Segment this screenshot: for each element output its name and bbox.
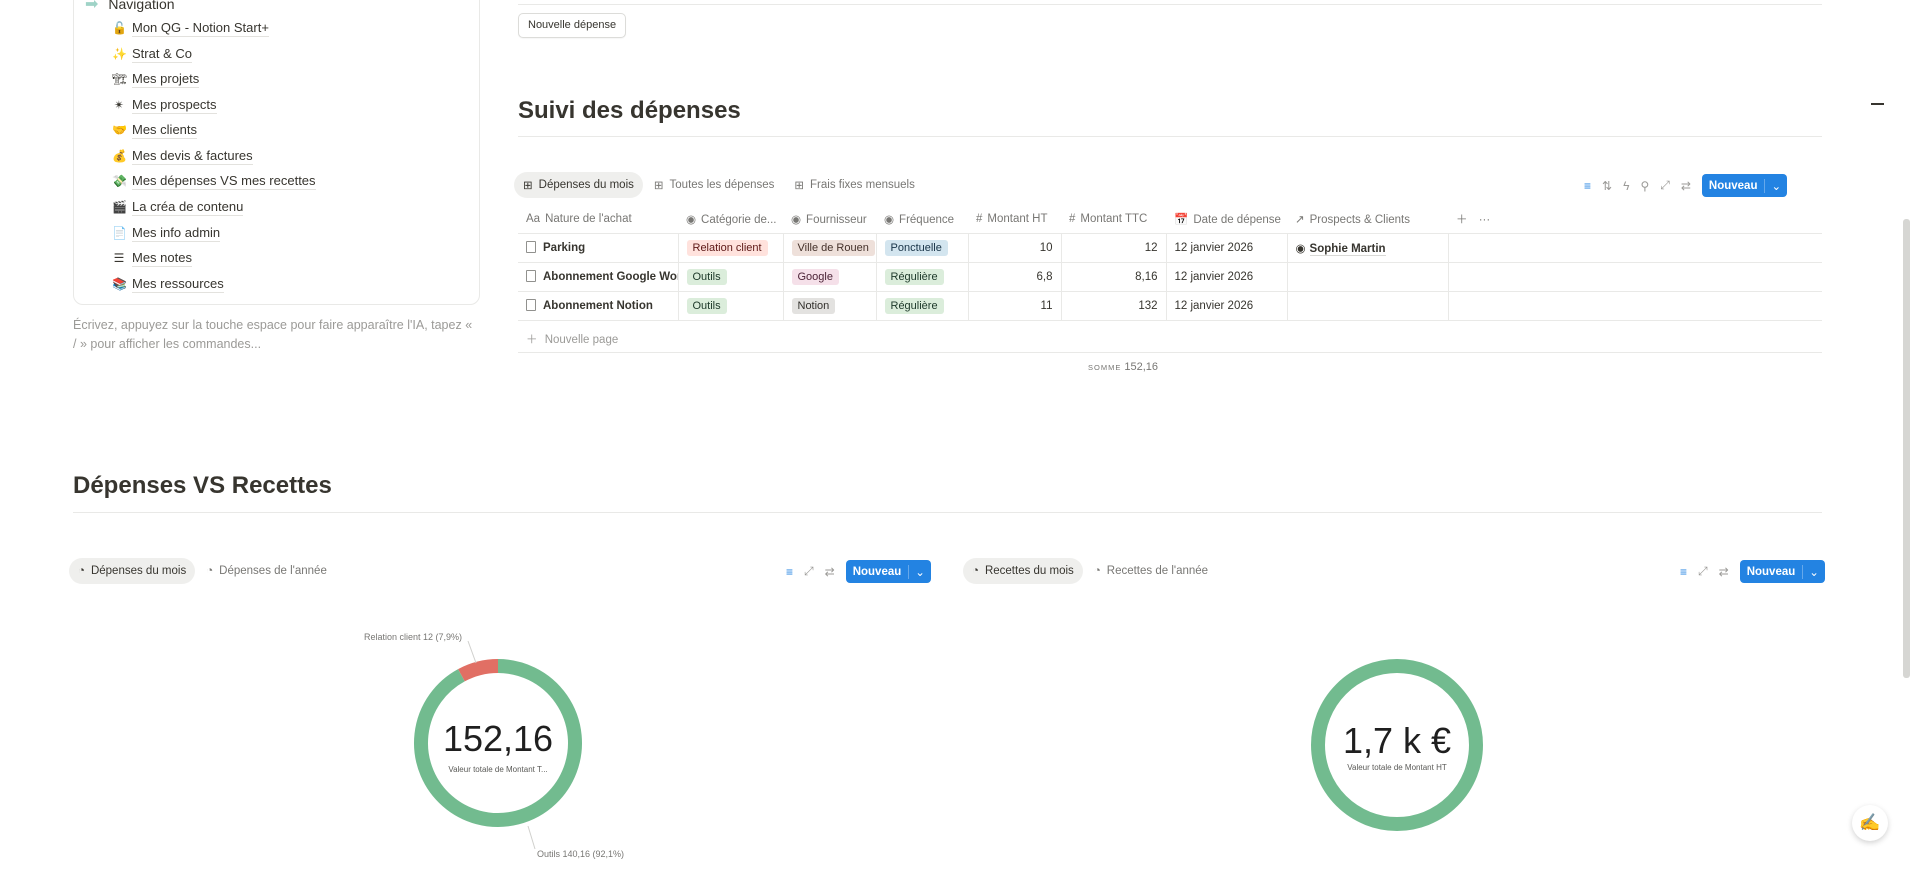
donut-center-label: Valeur totale de Montant T... <box>448 765 548 774</box>
slice-label-outils: Outils 140,16 (92,1%) <box>537 849 625 859</box>
ai-assistant-button[interactable]: ✍ <box>1852 805 1888 841</box>
slice-leader-line <box>527 825 536 850</box>
donut-center-label: Valeur totale de Montant HT <box>1347 763 1447 772</box>
depenses-donut-chart <box>414 640 1483 850</box>
donut-center-value: 1,7 k € <box>1342 720 1452 761</box>
depenses-slice-relation-client[interactable] <box>458 659 499 682</box>
notion-ai-icon: ✍ <box>1859 813 1881 832</box>
scrollbar[interactable] <box>1903 219 1910 678</box>
slice-leader-line <box>467 640 477 664</box>
donut-center-value: 152,16 <box>442 718 554 759</box>
slice-label-relation-client: Relation client 12 (7,9%) <box>364 632 463 642</box>
